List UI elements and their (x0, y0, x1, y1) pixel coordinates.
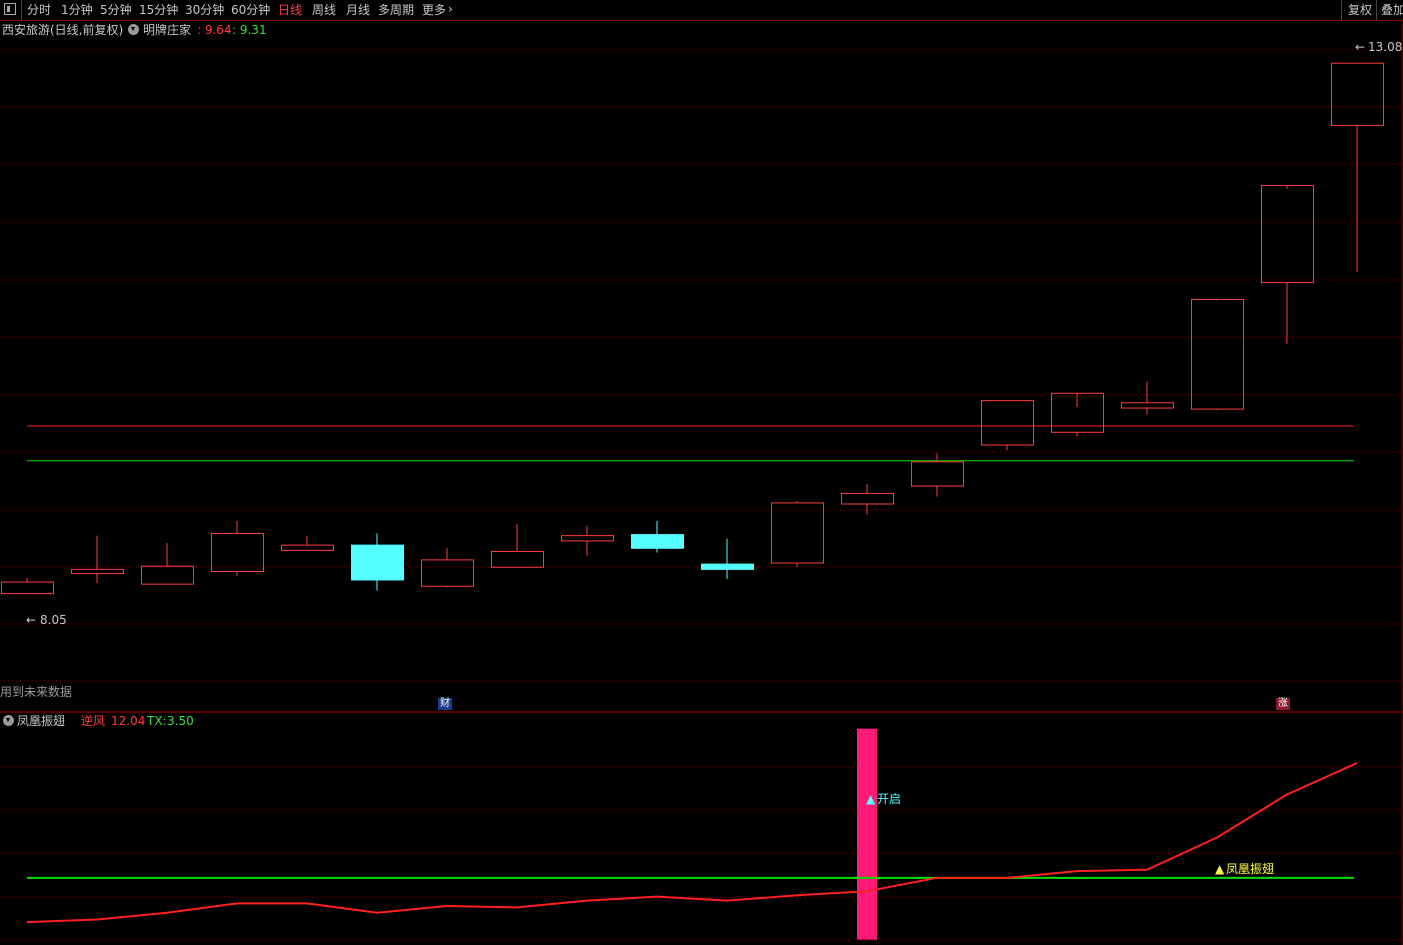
grid-lines (0, 20, 1403, 945)
candle-body-up (1, 581, 54, 595)
sub-series-red-value: 12.04 (111, 714, 146, 728)
candle-body-up (1191, 298, 1244, 410)
sub-series-green-name: TX: (147, 714, 167, 728)
price-high-label: 13.08 (1368, 40, 1403, 54)
price-low-arrow-icon: ← (26, 613, 37, 627)
candle-body-up (1331, 62, 1384, 126)
candle-body-up (71, 568, 124, 575)
candle-body-up (421, 559, 474, 587)
candle-body-down (351, 544, 404, 581)
cai-event-badge[interactable]: 财 (438, 698, 452, 710)
kaiqi-signal-label: 开启 (877, 792, 902, 806)
sub-indicator-name[interactable]: 凤凰振翅 (17, 714, 65, 728)
zhang-event-badge[interactable]: 涨 (1276, 698, 1290, 710)
indicator-chart (26, 728, 1358, 940)
candle-body-up (141, 565, 194, 585)
future-data-warning: 用到未来数据 (0, 685, 73, 699)
signal-bar (857, 728, 877, 940)
candle-body-down (631, 534, 684, 549)
dropdown-circle-icon[interactable] (3, 715, 14, 726)
candle-body-up (561, 535, 614, 542)
candle-body-up (981, 400, 1034, 446)
candlestick-chart (1, 62, 1384, 595)
sub-series-green-value: 3.50 (167, 714, 194, 728)
triangle-up-icon: ▲ (866, 792, 876, 806)
candle-body-up (771, 502, 824, 564)
candle-body-up (1121, 402, 1174, 409)
candle-body-down (701, 563, 754, 570)
triangle-up-icon: ▲ (1215, 862, 1225, 876)
price-high-arrow-icon: ← (1355, 40, 1366, 54)
chart-canvas[interactable] (0, 0, 1403, 945)
candle-body-up (1261, 185, 1314, 284)
candle-body-up (281, 544, 334, 551)
price-low-label: 8.05 (40, 613, 67, 627)
fenghuang-signal-label: 凤凰振翅 (1226, 862, 1275, 876)
nifeng-series-line (26, 762, 1358, 924)
candle-body-up (491, 550, 544, 568)
sub-series-red-name: 逆风 (81, 714, 106, 728)
candle-body-up (211, 533, 264, 572)
candle-body-up (841, 492, 894, 505)
candle-body-up (911, 461, 964, 487)
